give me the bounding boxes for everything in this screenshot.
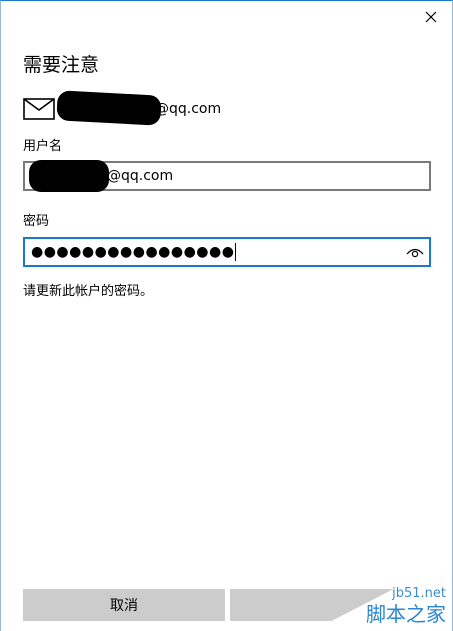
redaction-mark [29,160,109,192]
account-row: @qq.com [23,90,222,126]
redaction-mark [56,90,162,126]
watermark-name: 脚本之家 [366,602,446,626]
account-email-suffix: @qq.com [155,101,222,117]
dialog-title: 需要注意 [23,54,100,76]
eye-icon [406,248,424,258]
username-value: @qq.com [29,160,174,192]
password-field[interactable]: ●●●●●●●●●●●●●●●● [23,237,431,267]
username-value-suffix: @qq.com [107,168,174,184]
account-email: @qq.com [56,90,222,126]
password-label: 密码 [23,214,50,229]
cancel-button[interactable]: 取消 [23,589,225,621]
reveal-password-button[interactable] [405,243,425,261]
close-button[interactable] [416,3,446,31]
password-value: ●●●●●●●●●●●●●●●● [31,244,235,260]
account-dialog: 需要注意 @qq.com 用户名 @qq.com 密码 ●●●●●●●●●●●●… [0,0,453,631]
text-caret [235,243,237,261]
status-message: 请更新此帐户的密码。 [23,284,154,299]
username-field[interactable]: @qq.com [23,160,431,192]
watermark: jb51.net 脚本之家 [312,559,452,631]
mail-icon [23,98,55,120]
username-label: 用户名 [23,139,63,154]
close-icon [425,11,437,23]
